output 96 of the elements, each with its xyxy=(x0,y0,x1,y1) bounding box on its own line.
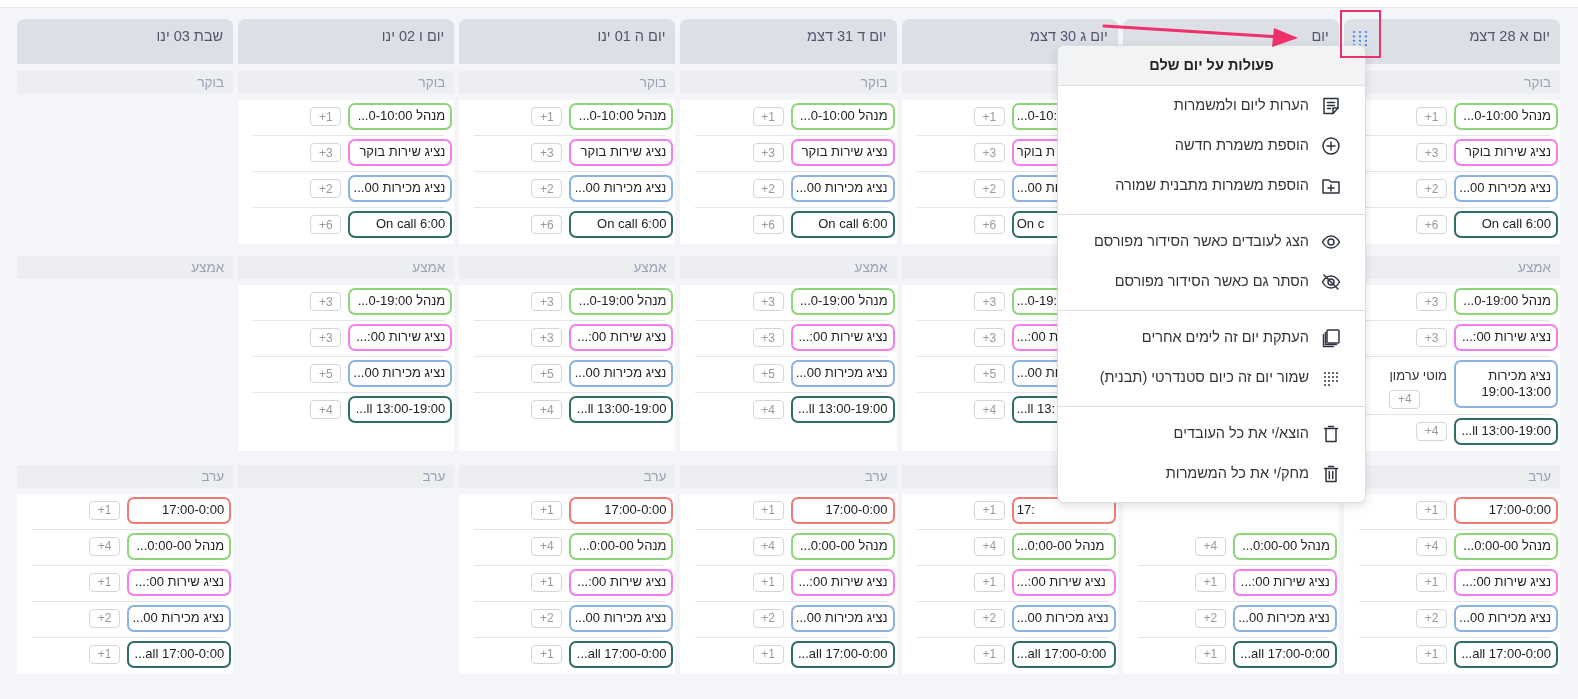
menu-item[interactable]: הוספת משמרת חדשה xyxy=(1058,126,1365,166)
shift-chip[interactable]: מנהל 0-19:00... xyxy=(1454,288,1558,315)
notes-icon xyxy=(1321,96,1341,116)
shift-chip[interactable]: On call 6:00 xyxy=(569,211,674,238)
copy-icon xyxy=(1321,328,1341,348)
shift-chip[interactable]: נציג מכירות 00... xyxy=(790,604,895,632)
folder-plus-icon xyxy=(1321,176,1341,196)
section-label: בוקר xyxy=(680,71,897,94)
shift-chip[interactable]: נציג מכירות 00... xyxy=(1454,175,1558,202)
menu-item[interactable]: הוצא/י את כל העובדים xyxy=(1058,414,1365,454)
shift-chip[interactable]: מנהל 0-10:00... xyxy=(348,103,453,130)
menu-item[interactable]: הוספת משמרות מתבנית שמורה xyxy=(1058,166,1365,206)
shift-chip[interactable]: נציג שירות 00:... xyxy=(569,568,674,596)
section-label: ערב xyxy=(680,464,897,488)
add-icon xyxy=(1321,136,1341,156)
shift-chip[interactable]: On call 6:00 xyxy=(790,211,895,238)
shift-chip[interactable]: 17:00-0:00 xyxy=(1454,496,1558,524)
shift-chip[interactable]: נציג מכירות 00... xyxy=(1454,604,1558,632)
shift-chip[interactable]: נציג מכירות 00... xyxy=(569,175,674,202)
day-title: יום ה 01 ינו xyxy=(597,27,666,46)
section-label: אמצע xyxy=(680,256,897,279)
eye-icon xyxy=(1321,232,1341,252)
highlight-frame xyxy=(1340,10,1381,58)
section-label: ערב xyxy=(459,464,676,488)
shift-chip[interactable]: מנהל 0-19:00... xyxy=(569,288,674,315)
shift-chip[interactable]: נציג שירות בוקר xyxy=(790,139,895,166)
menu-title: פעולות על יום שלם xyxy=(1058,46,1365,86)
shift-chip[interactable]: נציג שירות 00:... xyxy=(1454,568,1558,596)
section-label: אמצע xyxy=(238,256,455,279)
shift-chip[interactable]: נציג מכירות 00... xyxy=(1011,604,1116,632)
shift-chip[interactable]: נציג מכירות 00... xyxy=(1232,604,1337,632)
shift-chip[interactable]: נציג שירות 00:... xyxy=(1454,324,1558,351)
shift-chip[interactable]: מנהל 0:00-00... xyxy=(127,532,232,560)
shift-chip[interactable]: מנהל 0:00-00... xyxy=(1232,532,1337,560)
day-title: יום ו 02 ינו xyxy=(381,27,445,46)
trash-icon xyxy=(1321,464,1341,484)
shift-chip[interactable]: 17:00-0:00 xyxy=(127,496,232,524)
shift-chip[interactable]: נציג מכירות 00... xyxy=(348,175,453,202)
section-label: אמצע xyxy=(17,256,234,279)
section-label: בוקר xyxy=(17,71,234,94)
shift-chip[interactable]: ...all 17:00-0:00 xyxy=(1232,640,1337,668)
shift-chip[interactable]: מנהל 0-10:00... xyxy=(569,103,674,130)
section-label: ערב xyxy=(17,464,234,488)
shift-chip[interactable]: נציג שירות 00:... xyxy=(790,324,895,351)
shift-chip[interactable]: On call 6:00 xyxy=(1454,211,1558,238)
shift-chip[interactable]: ...all 17:00-0:00 xyxy=(1011,640,1116,668)
shift-chip[interactable]: נציג מכירות 00... xyxy=(569,604,674,632)
shift-chip[interactable]: נציג מכירות 00... xyxy=(790,175,895,202)
shift-chip[interactable]: מנהל 0-19:00... xyxy=(790,288,895,315)
shift-chip[interactable]: מנהל 0:00-00... xyxy=(790,532,895,560)
shift-chip[interactable]: מנהל 0:00-00... xyxy=(569,532,674,560)
shift-chip[interactable]: ...all 17:00-0:00 xyxy=(1454,640,1558,668)
menu-item[interactable]: שמור יום זה כיום סטנדרטי (תבנית) xyxy=(1058,358,1365,398)
shift-chip[interactable]: נציג מכירות 00... xyxy=(348,360,453,387)
shift-chip[interactable]: ...all 17:00-0:00 xyxy=(569,640,674,668)
shift-chip[interactable]: מנהל 0:00-00... xyxy=(1454,532,1558,560)
shift-chip[interactable]: מנהל 0-19:00... xyxy=(348,288,453,315)
day-title: יום ג 30 דצמ xyxy=(1030,27,1108,46)
shift-chip[interactable]: נציג שירות בוקר xyxy=(348,139,453,166)
day-title: יום ד 31 דצמ xyxy=(807,27,887,46)
day-title: יום xyxy=(1311,27,1329,46)
menu-item[interactable]: העתקת יום זה לימים אחרים xyxy=(1058,318,1365,358)
section-label: בוקר xyxy=(459,71,676,94)
shift-chip[interactable]: ...ll 13:00-19:00 xyxy=(1454,417,1558,445)
shift-chip[interactable]: ...ll 13:00-19:00 xyxy=(569,396,674,423)
day-title: שבת 03 ינו xyxy=(156,27,224,46)
section-label: בוקר xyxy=(238,71,455,94)
menu-icon[interactable] xyxy=(1351,30,1368,46)
section-label: אמצע xyxy=(459,256,676,279)
shift-chip[interactable]: ...all 17:00-0:00 xyxy=(127,640,232,668)
shift-chip[interactable]: נציג מכירות 00... xyxy=(790,360,895,387)
shift-chip[interactable]: נציג שירות 00:... xyxy=(1232,568,1337,596)
shift-chip[interactable]: נציג מכירות 00... xyxy=(127,604,232,632)
shift-chip[interactable]: ...ll 13:00-19:00 xyxy=(790,396,895,423)
shift-chip[interactable]: 17:00-0:00 xyxy=(569,496,674,524)
day-title: יום א 28 דצמ xyxy=(1469,27,1550,46)
shift-chip[interactable]: נציג שירות 00:... xyxy=(348,324,453,351)
shift-chip[interactable]: נציג מכירות 19:00-13:00 xyxy=(1454,360,1558,409)
shift-chip[interactable]: נציג שירות 00:... xyxy=(127,568,232,596)
shift-chip[interactable]: נציג מכירות 00... xyxy=(569,360,674,387)
trash-icon xyxy=(1321,424,1341,444)
shift-chip[interactable]: ...ll 13:00-19:00 xyxy=(348,396,453,423)
shift-chip[interactable]: ...all 17:00-0:00 xyxy=(790,640,895,668)
shift-chip[interactable]: 17:00-0:00 xyxy=(790,496,895,524)
shift-chip[interactable]: נציג שירות בוקר xyxy=(569,139,674,166)
shift-chip[interactable]: מנהל 0-10:00... xyxy=(1454,103,1558,130)
shift-chip[interactable]: נציג שירות בוקר xyxy=(1454,139,1558,166)
shift-chip[interactable]: On call 6:00 xyxy=(348,211,453,238)
section-label: ערב xyxy=(238,464,455,488)
employee-name: מוטי ערמון xyxy=(1389,367,1447,385)
shift-chip[interactable]: מנהל 0:00-00... xyxy=(1011,532,1116,560)
shift-chip[interactable]: נציג שירות 00:... xyxy=(569,324,674,351)
shift-chip[interactable]: נציג שירות 00:... xyxy=(1011,568,1116,596)
shift-chip[interactable]: נציג שירות 00:... xyxy=(790,568,895,596)
eye-slash-icon xyxy=(1321,272,1341,292)
shift-chip[interactable]: מנהל 0-10:00... xyxy=(790,103,895,130)
